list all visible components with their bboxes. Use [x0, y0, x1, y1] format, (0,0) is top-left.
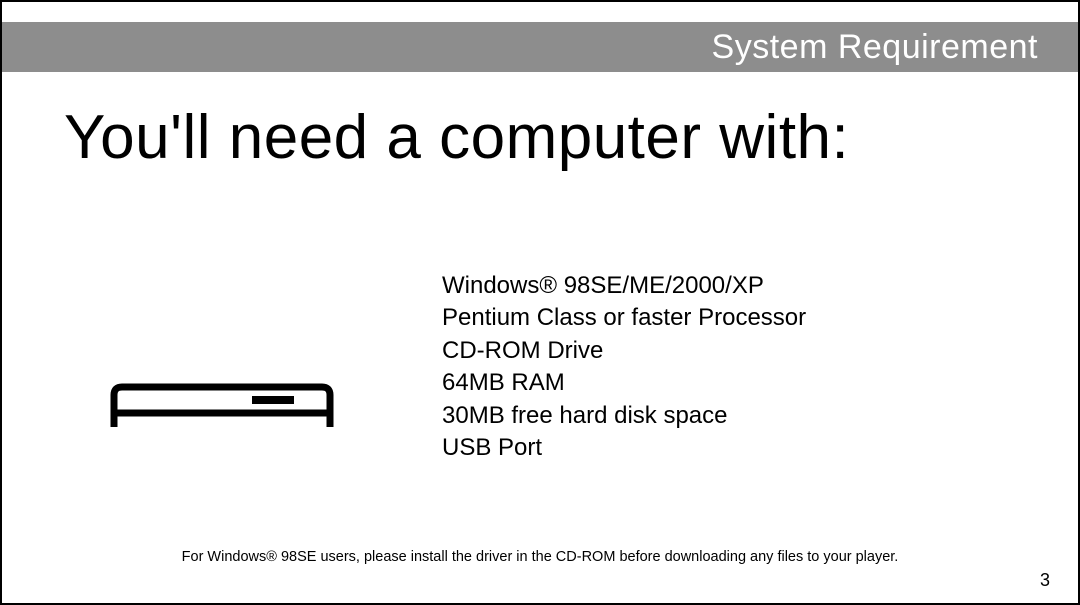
section-title-bar: System Requirement: [2, 22, 1078, 72]
requirement-item: USB Port: [442, 432, 1078, 464]
requirement-item: Pentium Class or faster Processor: [442, 302, 1078, 334]
requirement-item: 64MB RAM: [442, 367, 1078, 399]
page-number: 3: [1040, 570, 1050, 591]
requirement-item: CD-ROM Drive: [442, 335, 1078, 367]
footnote: For Windows® 98SE users, please install …: [2, 549, 1078, 565]
requirement-item: Windows® 98SE/ME/2000/XP: [442, 270, 1078, 302]
page-heading: You'll need a computer with:: [64, 102, 849, 173]
section-title: System Requirement: [712, 28, 1038, 67]
requirements-list: Windows® 98SE/ME/2000/XP Pentium Class o…: [442, 270, 1078, 464]
illustration-column: [2, 270, 442, 464]
document-page: System Requirement You'll need a compute…: [0, 0, 1080, 605]
requirement-item: 30MB free hard disk space: [442, 400, 1078, 432]
content-row: Windows® 98SE/ME/2000/XP Pentium Class o…: [2, 270, 1078, 464]
laptop-icon: [102, 383, 342, 431]
